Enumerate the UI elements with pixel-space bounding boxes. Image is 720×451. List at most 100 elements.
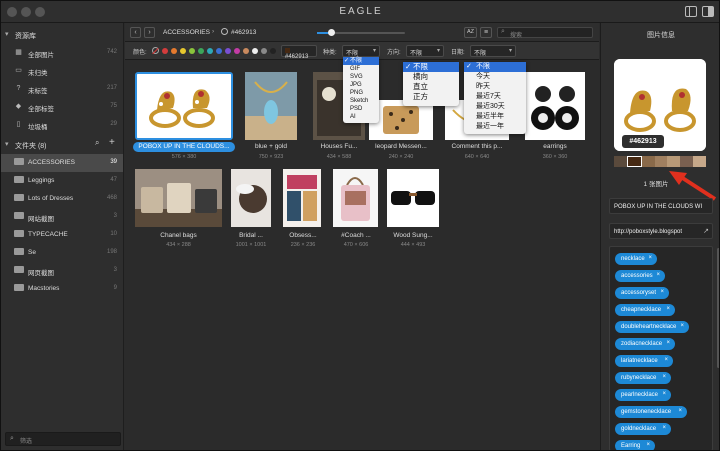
sidebar-folder-website-screenshots[interactable]: 网站截图 3 [1,208,123,226]
thumbnail-name[interactable]: Wood Sung... [383,232,443,239]
tag-chip[interactable]: pearlnecklace × [615,389,671,401]
breadcrumb-color[interactable]: #462913 [231,29,256,36]
chevron-down-icon[interactable]: ▾ [5,140,9,148]
color-swatch[interactable] [171,48,177,54]
thumbnail-name[interactable]: earrings [521,143,589,150]
date-option[interactable]: 昨天 [464,82,526,92]
palette-swatch[interactable] [680,156,694,167]
thumbnail-name[interactable]: Obsess... [277,232,329,239]
thumbnail[interactable] [283,169,321,227]
chevron-down-icon[interactable]: ▾ [5,30,9,38]
sidebar-item-all-images[interactable]: ▦ 全部图片 742 [1,44,123,62]
thumbnail-name[interactable]: #Coach ... [327,232,385,239]
remove-tag-icon[interactable]: × [666,340,670,346]
date-option[interactable]: 今天 [464,72,526,82]
thumbnail-name[interactable]: blue + gold [237,143,305,150]
library-header[interactable]: ▾ 资源库 [1,26,124,44]
palette-swatch[interactable] [626,156,642,167]
remove-tag-icon[interactable]: × [662,425,666,431]
color-swatch[interactable] [198,48,204,54]
sidebar-folder-macstories[interactable]: Macstories 9 [1,280,123,298]
tag-chip[interactable]: goldnecklace × [615,423,671,435]
remove-tag-icon[interactable]: × [660,289,664,295]
name-field[interactable]: POBOX UP IN THE CLOUDS WI [609,198,713,214]
sidebar-folder-webpage-screenshots[interactable]: 网页截图 3 [1,262,123,280]
type-option[interactable]: ✓ 不限 [343,57,379,65]
folders-header[interactable]: ▾ 文件夹 (8) ⌕ + [1,136,124,154]
palette-swatch[interactable] [693,156,707,167]
sidebar-folder-lots-of-dresses[interactable]: Lots of Dresses 468 [1,190,123,208]
palette-swatch[interactable] [614,156,627,167]
remove-tag-icon[interactable]: × [678,408,682,414]
color-swatch[interactable] [243,48,249,54]
color-swatch[interactable] [162,48,168,54]
sidebar-folder-typecache[interactable]: TYPECACHE 10 [1,226,123,244]
color-value-select[interactable]: #462913 [281,45,317,60]
tag-chip[interactable]: accessories × [615,270,665,282]
tag-chip[interactable]: lariatnecklace × [615,355,673,367]
direction-option[interactable]: 正方 [403,92,459,102]
sidebar-folder-accessories[interactable]: ACCESSORIES 39 [1,154,123,172]
palette-swatch[interactable] [654,156,668,167]
color-swatch[interactable] [207,48,213,54]
color-swatch[interactable] [261,48,267,54]
remove-tag-icon[interactable]: × [666,306,670,312]
zoom-slider[interactable] [317,29,405,36]
preview-image[interactable]: #462913 [614,59,706,151]
sort-button[interactable]: AZ [464,27,477,38]
thumbnail-selected[interactable] [135,72,233,140]
date-option[interactable]: 最近一年 [464,122,526,132]
remove-tag-icon[interactable]: × [662,391,666,397]
search-icon[interactable]: ⌕ [95,138,99,148]
date-option[interactable]: 最近30天 [464,102,526,112]
type-option[interactable]: AI [343,113,379,121]
remove-tag-icon[interactable]: × [680,323,684,329]
tag-chip[interactable]: Earring × [615,440,655,450]
palette-swatch[interactable] [667,156,681,167]
tag-chip[interactable]: cheapnecklace × [615,304,675,316]
type-filter-select[interactable]: 不限 ▾ [342,45,380,57]
tag-chip[interactable]: accessoryset × [615,287,669,299]
direction-option[interactable]: ✓ 不限 [403,62,459,72]
color-swatch[interactable] [216,48,222,54]
tag-chip[interactable]: zodiacnecklace × [615,338,675,350]
filter-icon[interactable]: ≡ [480,27,492,38]
date-option[interactable]: 最近7天 [464,92,526,102]
sidebar-folder-se[interactable]: Se 198 [1,244,123,262]
thumbnail[interactable] [231,169,271,227]
add-folder-icon[interactable]: + [109,137,115,148]
type-option[interactable]: GIF [343,65,379,73]
remove-tag-icon[interactable]: × [664,357,668,363]
type-option[interactable]: Sketch [343,97,379,105]
type-option[interactable]: JPG [343,81,379,89]
sidebar-item-untagged[interactable]: ? 未标签 217 [1,80,123,98]
thumbnail[interactable] [387,169,439,227]
color-swatch[interactable] [189,48,195,54]
remove-tag-icon[interactable]: × [656,272,660,278]
direction-option[interactable]: 横向 [403,72,459,82]
back-icon[interactable]: ‹ [130,27,141,38]
forward-icon[interactable]: › [144,27,155,38]
tag-chip[interactable]: necklace × [615,253,657,265]
color-swatch[interactable] [252,48,258,54]
color-swatch[interactable] [270,48,276,54]
palette-swatch[interactable] [641,156,655,167]
tag-chip[interactable]: doubleheartnecklace × [615,321,689,333]
color-swatch[interactable] [225,48,231,54]
sidebar-item-all-tags[interactable]: ◆ 全部标签 75 [1,98,123,116]
direction-filter-select[interactable]: 不限 ▾ [406,45,444,57]
thumbnail[interactable] [245,72,297,140]
remove-tag-icon[interactable]: × [648,255,652,261]
direction-option[interactable]: 直立 [403,82,459,92]
date-filter-select[interactable]: 不限 ▾ [470,45,516,57]
sidebar-filter-input[interactable]: ⌕ 筛选 [5,432,121,446]
no-color-icon[interactable] [152,47,159,55]
type-option[interactable]: PNG [343,89,379,97]
thumbnail-name[interactable]: leopard Messen... [363,143,439,150]
breadcrumb[interactable]: ACCESSORIES [163,29,210,36]
color-swatch[interactable] [180,48,186,54]
tag-chip[interactable]: gemstonenecklace × [615,406,687,418]
search-input[interactable]: ⌕ 搜索 [497,27,593,39]
remove-tag-icon[interactable]: × [646,442,650,448]
thumbnail-name[interactable]: POBOX UP IN THE CLOUDS... [133,142,235,152]
